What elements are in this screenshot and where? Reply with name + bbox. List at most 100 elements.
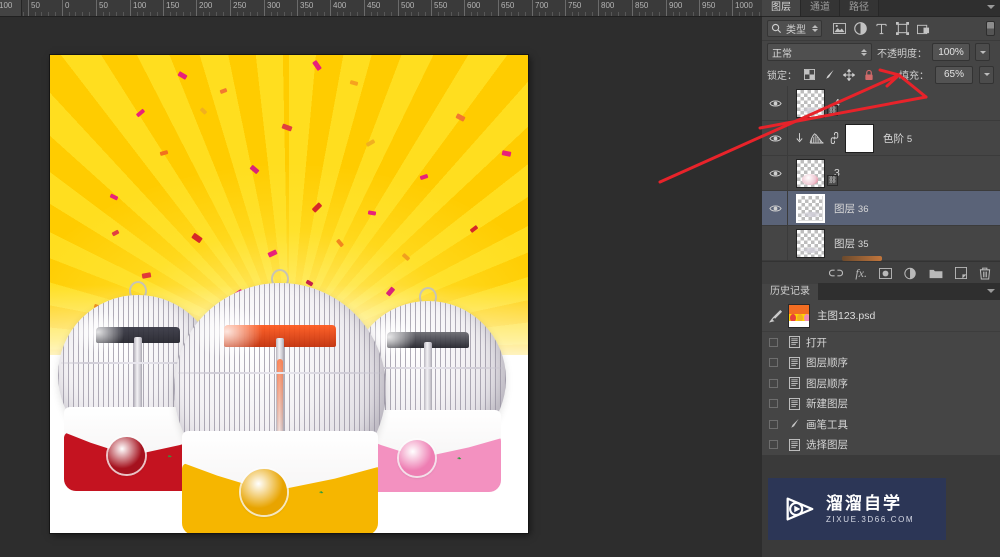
adjustment-icon-group [795,132,839,144]
history-brush-source-icon[interactable] [768,308,784,324]
layer-visibility-toggle[interactable] [764,190,788,226]
delete-layer-icon[interactable] [979,267,991,280]
lock-row[interactable]: 锁定： 填充： 65% [762,63,1000,86]
adjustment-layer-icon[interactable] [853,22,867,36]
ruler-minor-tick [524,12,526,16]
blend-mode-row[interactable]: 正常 不透明度： 100% [762,41,1000,63]
history-item[interactable]: 画笔工具 [762,414,1000,435]
smart-object-icon[interactable] [916,22,930,36]
layer-row[interactable]: 图层 36 [762,190,1000,226]
watermark: 溜溜自学 ZIXUE.3D66.COM [768,478,946,540]
chevron-updown-icon[interactable] [861,48,867,56]
tab-history[interactable]: 历史记录 [762,284,818,300]
lock-icon-group[interactable] [803,68,875,81]
ruler-label: 200 [199,1,213,10]
layer-name[interactable]: 图层 36 [834,201,869,216]
new-layer-icon[interactable] [955,267,967,279]
link-layers-icon[interactable] [829,268,844,278]
filter-enable-toggle[interactable] [986,21,995,36]
history-snapshot-checkbox[interactable] [769,440,778,450]
document-icon [787,438,801,451]
history-item[interactable]: 图层顺序 [762,373,1000,394]
layer-thumbnail[interactable]: ⛓ [796,158,838,188]
history-snapshot-checkbox[interactable] [769,399,778,409]
layer-thumbnail[interactable] [796,228,825,258]
layer-row[interactable]: ⛓ 3 [762,155,1000,191]
history-snapshot-row[interactable]: 主图123.psd [762,300,1000,332]
layer-thumbnail[interactable]: ⛓ [796,88,838,118]
panel-tab-bar[interactable]: 图层 通道 路径 [762,0,1000,17]
lock-label: 锁定： [767,71,797,82]
history-tab-bar[interactable]: 历史记录 [762,283,1000,300]
layer-name[interactable]: 图层 35 [834,236,869,251]
tab-layers[interactable]: 图层 [762,0,801,16]
link-icon[interactable] [830,132,839,144]
history-snapshot-checkbox[interactable] [769,378,778,388]
shape-layer-icon[interactable] [895,22,909,36]
lock-image-pixels-icon[interactable] [823,69,835,81]
history-snapshot-checkbox[interactable] [769,337,778,347]
layer-name[interactable]: 色阶 5 [883,131,912,146]
ruler-label: 1000 [735,1,753,10]
layer-list[interactable]: ⛓ 4 色阶 5 ⛓ 3 图层 36 图层 35 [762,85,1000,261]
opacity-dropdown-button[interactable] [975,43,990,61]
fill-input[interactable]: 65% [935,65,973,84]
brush-icon [787,418,801,430]
fill-dropdown-button[interactable] [979,65,994,84]
opacity-input[interactable]: 100% [932,43,970,61]
filter-type-select[interactable]: 类型 [767,20,822,37]
horizontal-ruler[interactable]: 100 50 0 50 100 150 200 250 300 350 400 450 500 550 60… [0,0,762,17]
history-snapshot-checkbox[interactable] [769,419,778,429]
layer-filter-row[interactable]: 类型 [762,17,1000,41]
thumbnail-content [797,230,824,257]
ruler-minor-tick [183,12,185,16]
ruler-label: 550 [434,1,448,10]
history-panel-menu-icon[interactable] [987,289,995,293]
pixel-layer-icon[interactable] [832,22,846,36]
layers-bottom-toolbar[interactable]: fx. [762,261,1000,284]
layer-visibility-toggle[interactable] [764,85,788,121]
ruler-minor-tick [377,12,379,16]
layer-style-fx-icon[interactable]: fx. [855,266,867,281]
layer-mask-thumbnail[interactable] [845,123,874,153]
ruler-minor-tick [484,12,486,16]
ruler-label: 800 [601,1,615,10]
layer-visibility-toggle[interactable] [764,225,788,261]
play-logo-icon [782,492,816,526]
new-group-icon[interactable] [929,268,943,279]
ruler-minor-tick [725,12,727,16]
history-item-list[interactable]: 打开 图层顺序 图层顺序 新建图层 画笔工具 选择图层 [762,332,1000,455]
canvas[interactable]: ❧ ❧ ❧ [50,55,528,533]
layer-row[interactable]: ⛓ 4 [762,85,1000,121]
ruler-minor-tick [343,12,345,16]
ruler-minor-tick [745,12,747,16]
layer-thumbnail[interactable] [796,193,825,223]
brand-mark: ❧ [457,456,462,463]
lock-transparent-pixels-icon[interactable] [803,69,815,81]
lock-all-icon[interactable] [863,69,875,81]
ruler-minor-tick [679,12,681,16]
history-item[interactable]: 新建图层 [762,394,1000,415]
ruler-minor-tick [692,12,694,16]
document-area[interactable]: 100 50 0 50 100 150 200 250 300 350 400 450 500 550 60… [0,0,762,557]
tab-channels[interactable]: 通道 [801,0,840,16]
new-adjustment-layer-icon[interactable] [904,267,917,280]
layer-visibility-toggle[interactable] [764,155,788,191]
chevron-updown-icon[interactable] [812,25,818,32]
layer-row[interactable]: 色阶 5 [762,120,1000,156]
tab-paths[interactable]: 路径 [840,0,879,16]
history-item[interactable]: 图层顺序 [762,353,1000,374]
cage-highlight [70,311,126,353]
history-snapshot-checkbox[interactable] [769,358,778,368]
filter-icon-group[interactable] [832,22,930,36]
layer-visibility-toggle[interactable] [764,120,788,156]
ruler-minor-tick [652,12,654,16]
ruler-minor-tick [578,12,580,16]
history-item[interactable]: 选择图层 [762,435,1000,456]
blend-mode-select[interactable]: 正常 [767,43,872,61]
history-item[interactable]: 打开 [762,332,1000,353]
type-layer-icon[interactable] [874,22,888,36]
layer-mask-icon[interactable] [879,267,892,279]
panel-menu-icon[interactable] [987,5,995,9]
lock-position-icon[interactable] [843,68,855,81]
